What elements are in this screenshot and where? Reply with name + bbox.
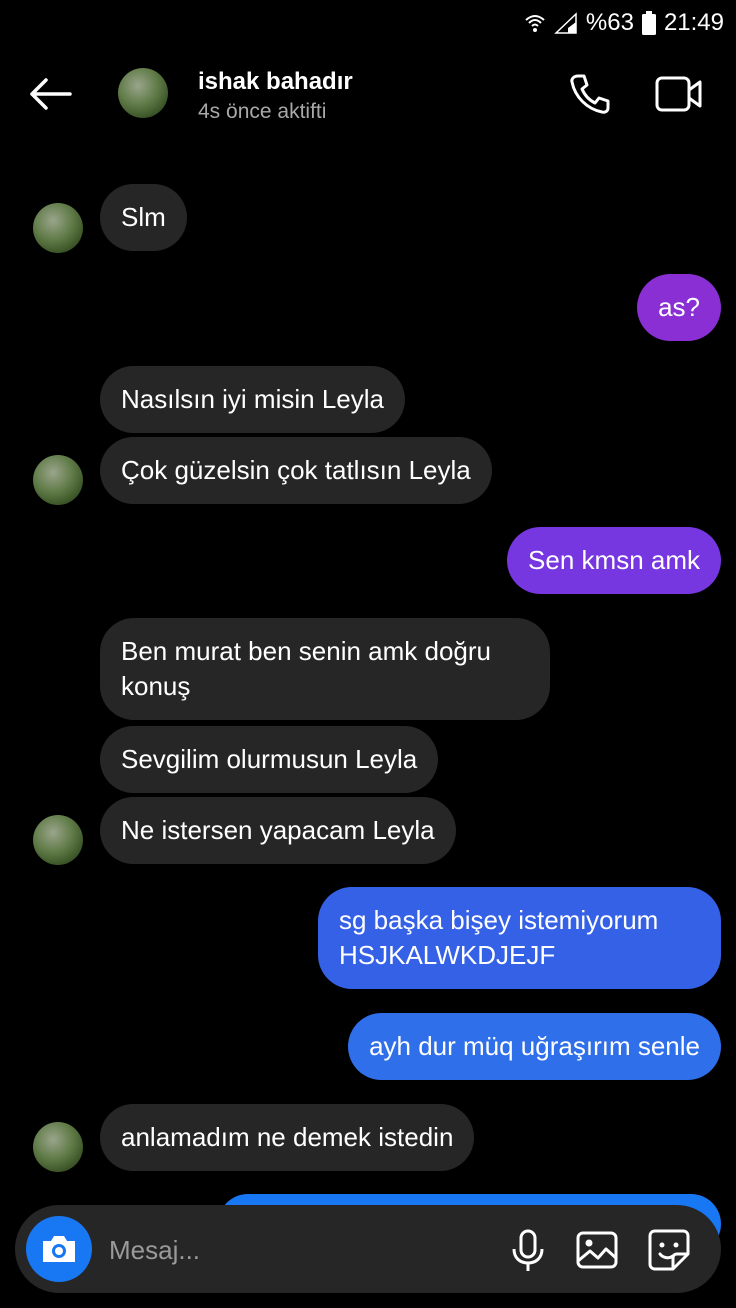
voice-message-button[interactable] — [508, 1229, 548, 1273]
message-bubble-incoming[interactable]: Ben murat ben senin amk doğru konuş — [100, 618, 550, 720]
battery-icon — [641, 11, 656, 35]
back-button[interactable] — [28, 76, 72, 112]
message-bubble-incoming[interactable]: Slm — [100, 184, 187, 251]
sender-avatar[interactable] — [33, 815, 83, 865]
sticker-icon — [648, 1229, 690, 1271]
message-bubble-outgoing[interactable]: Sen kmsn amk — [507, 527, 721, 594]
signal-icon — [554, 12, 578, 34]
message-thread: Slm as? Nasılsın iyi misin Leyla Çok güz… — [0, 140, 736, 1308]
gallery-icon — [576, 1231, 618, 1269]
contact-activity-status: 4s önce aktifti — [198, 100, 327, 123]
clock: 21:49 — [663, 9, 724, 36]
message-bubble-outgoing[interactable]: ayh dur müq uğraşırım senle — [348, 1013, 721, 1080]
gallery-button[interactable] — [575, 1230, 619, 1270]
message-input[interactable] — [107, 1229, 471, 1271]
message-bubble-incoming[interactable]: Nasılsın iyi misin Leyla — [100, 366, 405, 433]
voice-call-button[interactable] — [568, 72, 612, 116]
phone-icon — [570, 74, 610, 114]
back-arrow-icon — [30, 78, 72, 110]
video-camera-icon — [655, 76, 702, 112]
message-bubble-incoming[interactable]: Sevgilim olurmusun Leyla — [100, 726, 439, 793]
message-bubble-incoming[interactable]: Ne istersen yapacam Leyla — [100, 797, 456, 864]
message-bubble-incoming[interactable]: anlamadım ne demek istedin — [100, 1104, 475, 1171]
sticker-button[interactable] — [647, 1228, 691, 1272]
message-bubble-outgoing[interactable]: sg başka bişey istemiyorum HSJKALWKDJEJF — [318, 887, 721, 989]
contact-avatar[interactable] — [118, 68, 168, 118]
wifi-icon — [524, 12, 546, 34]
contact-name[interactable]: ishak bahadır — [198, 68, 353, 96]
message-bubble-incoming[interactable]: Çok güzelsin çok tatlısın Leyla — [100, 437, 492, 504]
status-bar: %63 21:49 — [0, 0, 736, 46]
camera-button[interactable] — [26, 1216, 92, 1282]
camera-icon — [43, 1236, 75, 1262]
sender-avatar[interactable] — [33, 203, 83, 253]
sender-avatar[interactable] — [33, 1122, 83, 1172]
battery-percent: %63 — [585, 9, 634, 36]
video-call-button[interactable] — [654, 74, 704, 114]
message-composer — [15, 1205, 721, 1293]
message-bubble-outgoing[interactable]: as? — [637, 274, 721, 341]
microphone-icon — [512, 1229, 544, 1271]
sender-avatar[interactable] — [33, 455, 83, 505]
conversation-header: ishak bahadır 4s önce aktifti — [0, 50, 736, 140]
